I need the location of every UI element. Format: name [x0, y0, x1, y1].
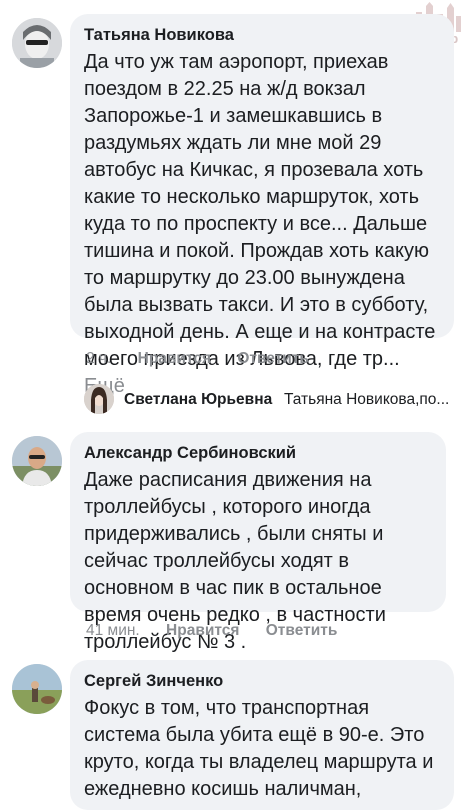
comment-time[interactable]: 41 мин.	[86, 622, 140, 640]
like-button[interactable]: Нравится	[138, 350, 211, 368]
comment-actions: 41 мин. Нравится Ответить	[86, 622, 359, 640]
comment-bubble: Александр Сербиновский Даже расписания д…	[70, 432, 446, 653]
comment-text: Фокус в том, что транспортная система бы…	[84, 697, 434, 800]
comment-time[interactable]: 2 ч.	[86, 350, 111, 368]
avatar-svetlana	[84, 384, 114, 414]
avatar-aleksandr	[12, 436, 62, 486]
comment-author[interactable]: Александр Сербиновский	[84, 444, 432, 463]
avatar-sergey	[12, 664, 62, 714]
comment-author[interactable]: Татьяна Новикова	[84, 26, 440, 45]
comment-bubble: Татьяна Новикова Да что уж там аэропорт,…	[70, 14, 454, 397]
comment-body: Да что уж там аэропорт, приехав поездом …	[84, 51, 436, 370]
avatar[interactable]	[12, 664, 62, 714]
comment-actions: 2 ч. Нравится Ответить	[86, 350, 331, 368]
reply-thread-preview[interactable]: Светлана Юрьевна Татьяна Новикова,по...	[84, 384, 464, 420]
reply-button[interactable]: Ответить	[237, 350, 309, 368]
avatar[interactable]	[12, 436, 62, 486]
reply-preview-text[interactable]: Татьяна Новикова,по...	[284, 391, 449, 409]
avatar-tatyana	[12, 18, 62, 68]
comment-author[interactable]: Сергей Зинченко	[84, 672, 440, 691]
like-button[interactable]: Нравится	[166, 622, 239, 640]
comment-text: Да что уж там аэропорт, приехав поездом …	[84, 49, 440, 400]
comment-bubble: Сергей Зинченко Фокус в том, что транспо…	[70, 660, 454, 810]
avatar[interactable]	[84, 384, 114, 414]
avatar[interactable]	[12, 18, 62, 68]
reply-button[interactable]: Ответить	[266, 622, 338, 640]
reply-author[interactable]: Светлана Юрьевна	[124, 391, 272, 409]
